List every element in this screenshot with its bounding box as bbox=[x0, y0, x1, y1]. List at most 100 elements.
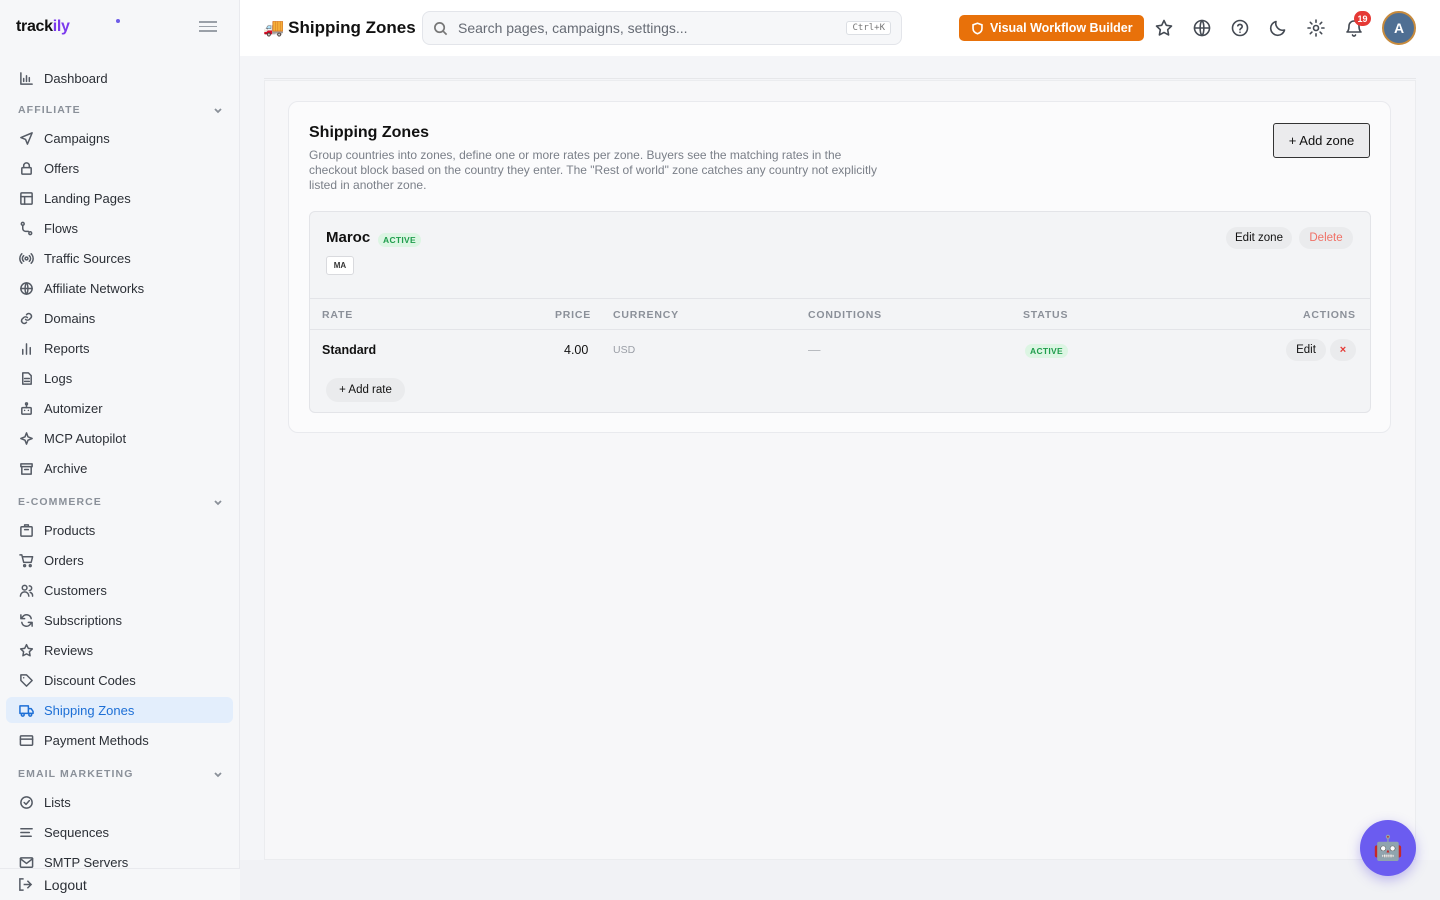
assistant-bot-button[interactable]: 🤖 bbox=[1360, 820, 1416, 876]
card-description: Group countries into zones, define one o… bbox=[309, 148, 877, 192]
column-header-price: PRICE bbox=[555, 309, 592, 321]
shield-icon bbox=[972, 21, 983, 35]
column-header-currency: CURRENCY bbox=[613, 309, 679, 321]
logout-button[interactable]: Logout bbox=[0, 868, 240, 900]
content-top-divider bbox=[264, 78, 1416, 79]
globe-icon bbox=[18, 280, 34, 296]
sidebar-item-traffic-sources[interactable]: Traffic Sources bbox=[6, 245, 233, 271]
favorites-star-icon[interactable] bbox=[1153, 17, 1175, 39]
section-title: AFFILIATE bbox=[18, 104, 81, 116]
sidebar-item-label: Customers bbox=[44, 582, 107, 598]
sidebar-item-label: MCP Autopilot bbox=[44, 430, 127, 446]
star-icon bbox=[18, 642, 34, 658]
rate-conditions: — bbox=[808, 343, 821, 357]
brand-logo[interactable]: trackily bbox=[16, 18, 70, 36]
sidebar-item-automizer[interactable]: Automizer bbox=[6, 395, 233, 421]
sidebar-item-campaigns[interactable]: Campaigns bbox=[6, 125, 233, 151]
sidebar-item-lists[interactable]: Lists bbox=[6, 789, 233, 815]
truck-icon bbox=[18, 702, 34, 718]
sidebar-item-label: Flows bbox=[44, 220, 78, 236]
language-globe-icon[interactable] bbox=[1191, 17, 1213, 39]
archive-icon bbox=[18, 460, 34, 476]
rate-price: 4.00 bbox=[564, 343, 589, 357]
rate-status-badge: ACTIVE bbox=[1025, 344, 1068, 358]
section-ecommerce[interactable]: E-COMMERCE bbox=[18, 496, 223, 508]
layout-icon bbox=[18, 190, 34, 206]
credit-card-icon bbox=[18, 732, 34, 748]
chevron-down-icon bbox=[214, 500, 222, 506]
sidebar-item-shipping-zones[interactable]: Shipping Zones bbox=[6, 697, 233, 723]
sidebar-item-domains[interactable]: Domains bbox=[6, 305, 233, 331]
route-icon bbox=[18, 220, 34, 236]
sidebar-item-label: Campaigns bbox=[44, 130, 110, 146]
sidebar: trackily Dashboard AFFILIATE Campaigns O… bbox=[0, 0, 240, 900]
bar-chart-icon bbox=[18, 340, 34, 356]
sidebar-item-sequences[interactable]: Sequences bbox=[6, 819, 233, 845]
section-title: E-COMMERCE bbox=[18, 496, 102, 508]
radio-icon bbox=[18, 250, 34, 266]
sidebar-item-discount-codes[interactable]: Discount Codes bbox=[6, 667, 233, 693]
section-title: EMAIL MARKETING bbox=[18, 768, 134, 780]
column-header-conditions: CONDITIONS bbox=[808, 309, 882, 321]
sidebar-item-reviews[interactable]: Reviews bbox=[6, 637, 233, 663]
zone-panel: Maroc ACTIVE MA Edit zone Delete RATE PR… bbox=[309, 211, 1371, 413]
sidebar-item-label: Reviews bbox=[44, 642, 94, 658]
sidebar-item-label: Products bbox=[44, 522, 96, 538]
search-input[interactable] bbox=[458, 20, 828, 36]
sidebar-item-label: Logs bbox=[44, 370, 73, 386]
chart-icon bbox=[18, 70, 34, 86]
sidebar-item-archive[interactable]: Archive bbox=[6, 455, 233, 481]
edit-zone-button[interactable]: Edit zone bbox=[1226, 227, 1292, 249]
column-header-status: STATUS bbox=[1023, 309, 1069, 321]
sidebar-item-label: Shipping Zones bbox=[44, 702, 135, 718]
sidebar-item-payment-methods[interactable]: Payment Methods bbox=[6, 727, 233, 753]
search-bar[interactable]: Ctrl+K bbox=[422, 11, 902, 45]
sparkle-icon bbox=[18, 430, 34, 446]
chevron-down-icon bbox=[214, 772, 222, 778]
sidebar-item-reports[interactable]: Reports bbox=[6, 335, 233, 361]
sidebar-item-label: Domains bbox=[44, 310, 96, 326]
zone-name: Maroc bbox=[326, 229, 371, 246]
sidebar-item-mcp-autopilot[interactable]: MCP Autopilot bbox=[6, 425, 233, 451]
content-footer-band bbox=[240, 860, 1440, 900]
sidebar-item-offers[interactable]: Offers bbox=[6, 155, 233, 181]
settings-gear-icon[interactable] bbox=[1305, 17, 1327, 39]
rate-currency: USD bbox=[613, 344, 636, 356]
logout-icon bbox=[19, 878, 33, 891]
delete-zone-button[interactable]: Delete bbox=[1299, 227, 1353, 249]
user-avatar[interactable]: A bbox=[1382, 11, 1416, 45]
sidebar-item-customers[interactable]: Customers bbox=[6, 577, 233, 603]
visual-workflow-builder-button[interactable]: Visual Workflow Builder bbox=[959, 15, 1144, 41]
sidebar-toggle-icon[interactable] bbox=[199, 18, 217, 34]
rate-name: Standard bbox=[322, 343, 377, 357]
sidebar-item-dashboard[interactable]: Dashboard bbox=[6, 65, 233, 91]
sidebar-item-logs[interactable]: Logs bbox=[6, 365, 233, 391]
sidebar-item-orders[interactable]: Orders bbox=[6, 547, 233, 573]
sidebar-item-label: Traffic Sources bbox=[44, 250, 131, 266]
top-header: 🚚 Shipping Zones Ctrl+K Visual Workflow … bbox=[240, 0, 1440, 56]
sidebar-item-affiliate-networks[interactable]: Affiliate Networks bbox=[6, 275, 233, 301]
brand-dot bbox=[116, 19, 120, 23]
add-rate-button[interactable]: + Add rate bbox=[326, 378, 405, 402]
sidebar-item-landing-pages[interactable]: Landing Pages bbox=[6, 185, 233, 211]
sidebar-item-label: Sequences bbox=[44, 824, 110, 840]
search-icon bbox=[434, 21, 448, 35]
check-circle-icon bbox=[18, 794, 34, 810]
sidebar-item-products[interactable]: Products bbox=[6, 517, 233, 543]
sidebar-item-label: Lists bbox=[44, 794, 71, 810]
column-header-actions: ACTIONS bbox=[1303, 309, 1356, 321]
add-zone-button[interactable]: + Add zone bbox=[1273, 123, 1370, 158]
sidebar-item-subscriptions[interactable]: Subscriptions bbox=[6, 607, 233, 633]
edit-rate-button[interactable]: Edit bbox=[1286, 339, 1326, 361]
sidebar-item-label: Discount Codes bbox=[44, 672, 136, 688]
remove-rate-button[interactable]: × bbox=[1330, 339, 1356, 361]
file-icon bbox=[18, 370, 34, 386]
chevron-down-icon bbox=[214, 108, 222, 114]
section-email-marketing[interactable]: EMAIL MARKETING bbox=[18, 768, 223, 780]
zone-status-badge: ACTIVE bbox=[378, 233, 421, 247]
section-affiliate[interactable]: AFFILIATE bbox=[18, 104, 223, 116]
lock-icon bbox=[18, 160, 34, 176]
help-icon[interactable] bbox=[1229, 17, 1251, 39]
sidebar-item-flows[interactable]: Flows bbox=[6, 215, 233, 241]
dark-mode-moon-icon[interactable] bbox=[1267, 17, 1289, 39]
